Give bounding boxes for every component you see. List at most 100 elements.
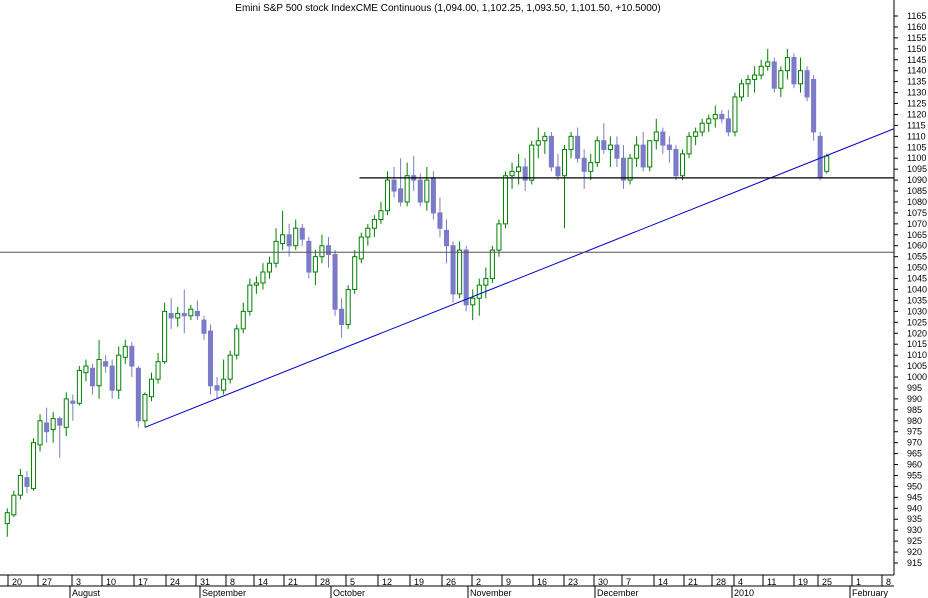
candle [175,307,181,327]
candle-body [299,227,305,240]
candle [588,153,594,181]
candle [253,276,259,294]
candle [352,250,358,294]
candle-body [509,170,515,177]
candle-body [83,365,89,374]
y-tick-label: 1065 [907,230,927,240]
candle-body [286,234,292,247]
x-axis: 20 27 3 10 17 24 31 8 14 21 28 5 12 19 26 2 9 16 23 30 7 14 21… [0,575,894,598]
candle [365,223,371,246]
candle [594,136,600,167]
candle [17,468,23,500]
candle [666,136,672,163]
candle-body [765,61,771,67]
candle-body [450,245,456,295]
candle [758,59,764,80]
y-tick-label: 1015 [907,339,927,349]
y-tick-label: 1150 [907,44,926,54]
candle [647,140,653,172]
candle-body [430,177,436,214]
candle [83,359,89,382]
candle-body [437,212,443,229]
candle-body [11,494,17,516]
candle [653,118,659,150]
candle [561,145,568,229]
candle-body [76,369,82,404]
candle-body [378,210,384,220]
candle [109,359,115,399]
candle-body [253,282,259,286]
candle-body [319,245,325,258]
candle-body [4,512,10,525]
y-axis: 9159209259309359409459509559609659709759… [894,11,927,568]
y-tick-label: 1050 [907,263,927,273]
candle-body [588,162,594,172]
candle-body [555,166,561,177]
candle [319,234,325,264]
month-label: September [202,588,246,598]
y-tick-label: 1040 [907,285,927,295]
candle [260,263,266,290]
candle [378,201,384,224]
candle-body [502,175,509,225]
candle [188,304,194,321]
candle-body [227,354,233,380]
candle-body [653,131,659,142]
candle-body [594,140,600,164]
candle [89,363,96,395]
candle-body [89,367,96,387]
candle-body [365,227,371,238]
candle [411,156,417,192]
y-tick-label: 1075 [907,208,927,218]
candle [44,407,50,443]
candle [227,350,233,384]
candle [607,136,613,167]
y-tick-label: 980 [907,416,922,426]
candle [358,232,364,264]
candle [496,219,502,257]
candle [706,114,712,132]
candle-body [640,144,646,168]
candle [804,66,810,102]
candle [483,267,489,299]
y-tick-label: 1020 [907,328,927,338]
candle [640,131,646,172]
candle-body [752,74,758,80]
candle-body [57,418,63,426]
annotation-lines [0,128,895,428]
candle [306,236,312,279]
candle-body [627,157,633,181]
candle [614,136,620,167]
candle-body [778,70,784,89]
candle-body [784,57,790,72]
candle-body [771,61,777,89]
y-tick-label: 1130 [907,88,926,98]
candle [634,136,640,167]
candle [221,359,227,395]
y-tick-label: 965 [907,449,922,459]
candle-body [732,96,738,133]
y-tick-label: 1125 [907,99,926,109]
candle [398,158,404,207]
candle [286,223,292,257]
candle [443,219,450,264]
trendline [144,128,895,428]
candle [122,339,128,364]
candle-body [162,310,168,363]
candle [194,300,200,321]
candle [686,131,692,159]
y-tick-label: 945 [907,492,922,502]
candle-body [24,477,30,487]
candle-body [352,256,358,290]
candle-body [758,65,764,76]
candle [11,490,17,518]
candle [201,315,207,340]
candle [627,153,633,185]
y-tick-label: 1070 [907,219,927,229]
candle-body [516,166,522,172]
candle-body [266,262,273,273]
candle [312,250,318,286]
candle [601,123,607,154]
candle [752,66,758,93]
candle [620,145,627,189]
